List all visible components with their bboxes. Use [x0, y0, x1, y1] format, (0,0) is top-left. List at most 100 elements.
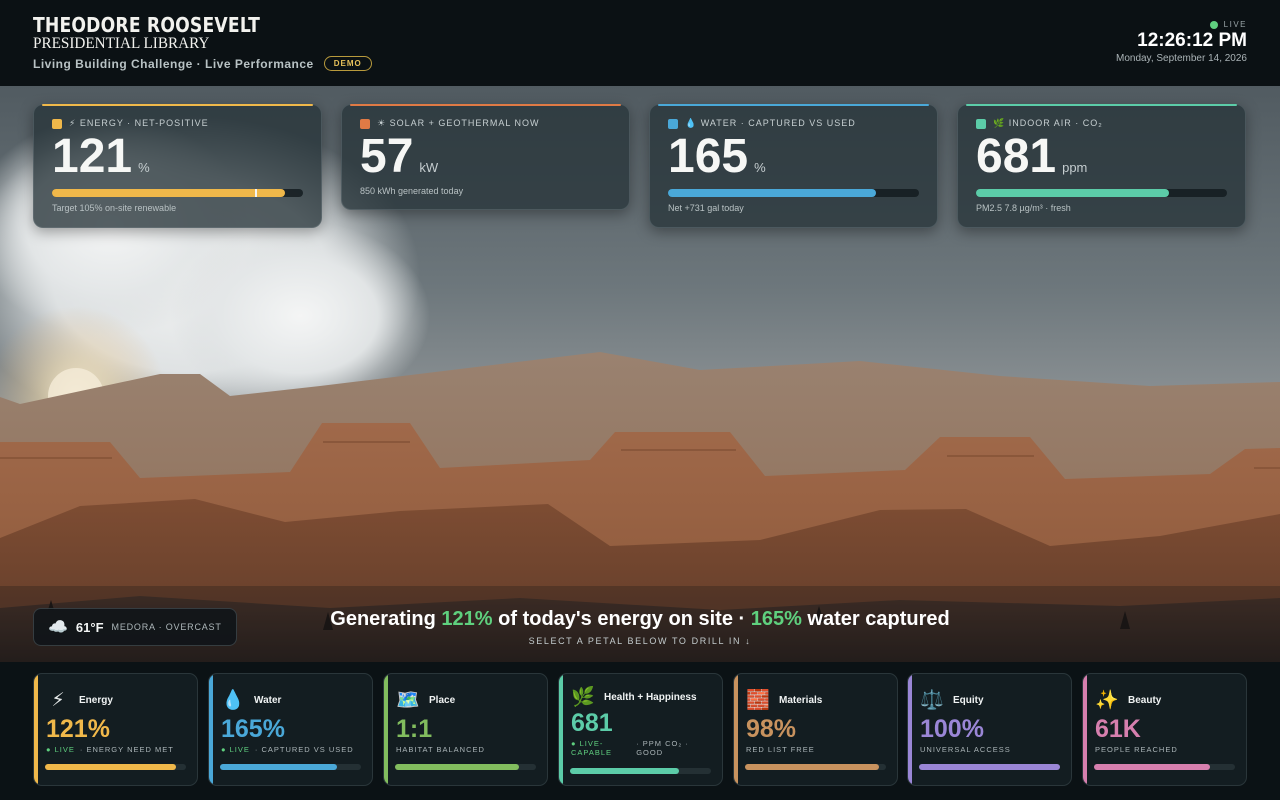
headline-banner: Generating 121% of today's energy on sit… [240, 608, 1040, 646]
petal-name: Energy [79, 694, 113, 706]
metric-note: PM2.5 7.8 µg/m³ · fresh [976, 203, 1071, 213]
petal-status-text: · CAPTURED VS USED [254, 745, 354, 754]
petal-value: 165% [221, 715, 285, 743]
petal-card-place[interactable]: 🗺️ Place 1:1 HABITAT BALANCED [383, 673, 548, 786]
brick-icon: 🧱 [746, 690, 770, 711]
petal-status: HABITAT BALANCED [396, 745, 535, 754]
petal-header: 💧 Water [221, 688, 360, 712]
headline-part1: Generating [330, 608, 442, 630]
petal-status-text: HABITAT BALANCED [396, 745, 485, 754]
petal-status-text: RED LIST FREE [746, 745, 815, 754]
petal-accent [1083, 674, 1087, 785]
headline-water-value: 165% [750, 608, 802, 630]
top-header: THEODORE ROOSEVELT PRESIDENTIAL LIBRARY … [0, 0, 1280, 86]
petal-accent [908, 674, 912, 785]
card-accent-line [658, 104, 929, 106]
map-icon: 🗺️ [396, 690, 420, 711]
petal-card-beauty[interactable]: ✨ Beauty 61K PEOPLE REACHED [1082, 673, 1247, 786]
petal-value: 121% [46, 715, 110, 743]
petal-card-equity[interactable]: ⚖️ Equity 100% UNIVERSAL ACCESS [907, 673, 1072, 786]
metric-value: 165 [668, 130, 749, 183]
petal-name: Beauty [1128, 694, 1162, 706]
petal-card-water[interactable]: 💧 Water 165% ● LIVE · CAPTURED VS USED [208, 673, 373, 786]
subtitle-text: Living Building Challenge · Live Perform… [33, 56, 314, 71]
metric-label: 💧 WATER · CAPTURED VS USED [685, 118, 856, 128]
petal-progress-bar [570, 768, 711, 774]
solar-swatch-icon [360, 118, 370, 129]
metric-label-row: ☀ SOLAR + GEOTHERMAL NOW [360, 118, 611, 129]
metric-label-row: ⚡ ENERGY · NET-POSITIVE [52, 118, 303, 129]
metric-unit: % [138, 160, 150, 175]
live-indicator: LIVE [1116, 20, 1247, 29]
metric-unit: kW [419, 160, 439, 175]
metric-card-indoor-air[interactable]: 🌿 INDOOR AIR · CO₂ 681 ppm PM2.5 7.8 µg/… [957, 104, 1246, 228]
petal-progress-fill [745, 764, 879, 770]
petal-status-text: PEOPLE REACHED [1095, 745, 1178, 754]
petal-live-tag: ● LIVE [221, 745, 250, 754]
metric-unit: % [754, 160, 766, 175]
metric-card-energy[interactable]: ⚡ ENERGY · NET-POSITIVE 121 % Target 105… [33, 104, 322, 228]
petal-name: Materials [779, 694, 823, 706]
weather-temp: 61°F [75, 619, 104, 635]
air-swatch-icon [976, 118, 986, 129]
petal-accent [559, 674, 563, 785]
metric-value-row: 681 ppm [976, 131, 1227, 183]
live-label: LIVE [1223, 20, 1247, 29]
scales-icon: ⚖️ [920, 690, 944, 711]
petal-strip: ⚡ Energy 121% ● LIVE · ENERGY NEED MET 💧… [0, 662, 1280, 800]
logo-title: THEODORE ROOSEVELT [33, 13, 261, 37]
metric-label-row: 💧 WATER · CAPTURED VS USED [668, 118, 919, 129]
metric-card-water[interactable]: 💧 WATER · CAPTURED VS USED 165 % Net +73… [649, 104, 938, 228]
metric-progress-bar [668, 189, 919, 197]
headline-text: Generating 121% of today's energy on sit… [240, 608, 1040, 631]
target-marker [255, 189, 258, 197]
headline-part3: water captured [801, 608, 950, 630]
petal-progress-bar [745, 764, 886, 770]
card-accent-line [966, 104, 1237, 106]
clock-time: 12:26:12 PM [1137, 30, 1247, 51]
metric-note: Net +731 gal today [668, 203, 744, 213]
metric-progress-fill [52, 189, 286, 197]
petal-progress-bar [220, 764, 361, 770]
metric-value: 681 [976, 130, 1057, 183]
petal-card-materials[interactable]: 🧱 Materials 98% RED LIST FREE [733, 673, 898, 786]
petal-progress-fill [1094, 764, 1210, 770]
petal-accent [384, 674, 388, 785]
petal-value: 1:1 [396, 715, 433, 743]
petal-progress-bar [45, 764, 186, 770]
headline-energy-value: 121% [441, 608, 493, 630]
logo-subtitle: PRESIDENTIAL LIBRARY [33, 35, 210, 52]
metric-progress-bar [976, 189, 1227, 197]
petal-accent [734, 674, 738, 785]
petal-header: 🌿 Health + Happiness [571, 687, 710, 708]
library-logo: THEODORE ROOSEVELT PRESIDENTIAL LIBRARY [33, 14, 297, 52]
cloud-icon: ☁️ [48, 619, 68, 636]
petal-value: 100% [920, 715, 984, 743]
petal-header: ✨ Beauty [1095, 688, 1234, 712]
petal-status-text: UNIVERSAL ACCESS [920, 745, 1011, 754]
metric-note: 850 kWh generated today [360, 186, 464, 196]
metric-value-row: 165 % [668, 131, 919, 183]
petal-status: ● LIVE-CAPABLE · PPM CO₂ · GOOD [571, 739, 710, 757]
petal-status-text: · ENERGY NEED MET [79, 745, 174, 754]
petal-value: 98% [746, 715, 797, 743]
metric-label-row: 🌿 INDOOR AIR · CO₂ [976, 118, 1227, 129]
petal-header: 🧱 Materials [746, 688, 885, 712]
metric-progress-fill [976, 189, 1170, 197]
petal-progress-bar [1094, 764, 1235, 770]
petal-card-energy[interactable]: ⚡ Energy 121% ● LIVE · ENERGY NEED MET [33, 673, 198, 786]
metric-progress-bar [52, 189, 303, 197]
petal-accent [34, 674, 38, 785]
petal-header: 🗺️ Place [396, 688, 535, 712]
petal-card-health-happiness[interactable]: 🌿 Health + Happiness 681 ● LIVE-CAPABLE … [558, 673, 723, 786]
dashboard-subtitle: Living Building Challenge · Live Perform… [33, 56, 372, 71]
metric-card-solar[interactable]: ☀ SOLAR + GEOTHERMAL NOW 57 kW 850 kWh g… [341, 104, 630, 210]
headline-instruction: SELECT A PETAL BELOW TO DRILL IN ↓ [528, 636, 752, 646]
metric-unit: ppm [1062, 160, 1088, 175]
petal-header: ⚡ Energy [46, 688, 185, 712]
petal-name: Place [429, 694, 456, 706]
weather-widget: ☁️ 61°F MEDORA · OVERCAST [33, 608, 237, 646]
petal-value: 681 [571, 709, 613, 737]
petal-status: ● LIVE · CAPTURED VS USED [221, 745, 360, 754]
metric-value-row: 121 % [52, 131, 303, 183]
